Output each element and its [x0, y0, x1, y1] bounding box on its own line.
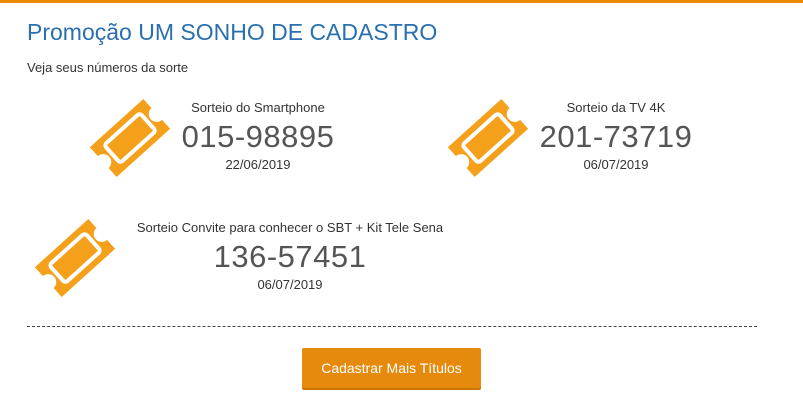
- draw-date: 22/06/2019: [225, 157, 291, 172]
- prize-tv: Sorteio da TV 4K 201-73719 06/07/2019: [531, 100, 701, 172]
- draw-date: 06/07/2019: [583, 157, 649, 172]
- register-more-titles-button[interactable]: Cadastrar Mais Títulos: [302, 348, 481, 388]
- prize-name: Sorteio da TV 4K: [566, 100, 666, 115]
- top-accent-bar: [0, 0, 803, 3]
- dashed-divider: [27, 326, 757, 327]
- page-title: Promoção UM SONHO DE CADASTRO: [27, 19, 438, 45]
- ticket-icon: [25, 208, 125, 308]
- draw-date: 06/07/2019: [257, 277, 323, 292]
- lucky-number: 201-73719: [539, 119, 693, 154]
- ticket-icon: [80, 88, 180, 188]
- lucky-number: 136-57451: [213, 239, 367, 274]
- lucky-number: 015-98895: [181, 119, 335, 154]
- prize-name: Sorteio Convite para conhecer o SBT + Ki…: [136, 220, 444, 235]
- prize-name: Sorteio do Smartphone: [191, 100, 325, 115]
- ticket-icon: [438, 88, 538, 188]
- prize-smartphone: Sorteio do Smartphone 015-98895 22/06/20…: [173, 100, 343, 172]
- prize-sbt-invite: Sorteio Convite para conhecer o SBT + Ki…: [125, 220, 455, 292]
- page-subtitle: Veja seus números da sorte: [27, 60, 189, 75]
